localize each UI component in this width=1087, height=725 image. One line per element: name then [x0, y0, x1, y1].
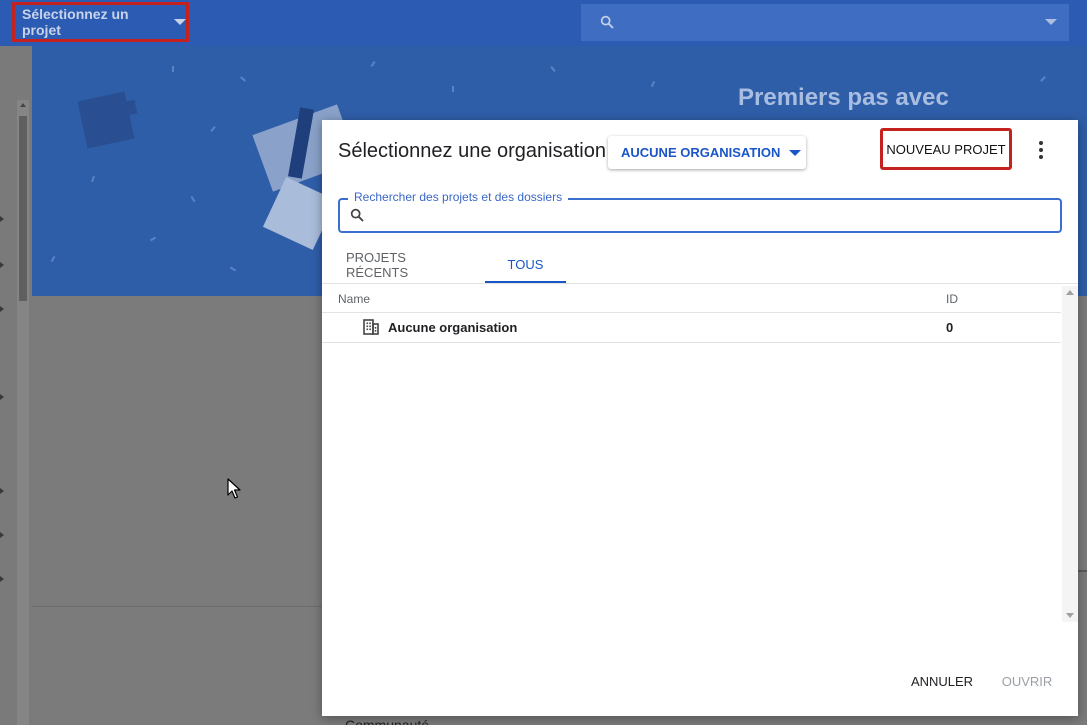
chevron-right-icon[interactable]: [0, 262, 4, 268]
open-button[interactable]: OUVRIR: [998, 670, 1056, 692]
chevron-right-icon[interactable]: [0, 576, 4, 582]
row-id: 0: [946, 320, 954, 335]
column-header-id[interactable]: ID: [946, 292, 958, 306]
chevron-right-icon[interactable]: [0, 532, 4, 538]
caret-down-icon: [174, 19, 186, 25]
project-selector-label: Sélectionnez un projet: [22, 6, 129, 38]
tab-all[interactable]: TOUS: [485, 247, 566, 283]
chevron-right-icon[interactable]: [0, 306, 4, 312]
project-search-input[interactable]: [374, 204, 1044, 228]
tab-bar: PROJETS RÉCENTS TOUS: [322, 247, 1078, 284]
table-row[interactable]: Aucune organisation 0: [322, 313, 1061, 343]
divider: [32, 606, 322, 607]
cancel-button[interactable]: ANNULER: [907, 670, 977, 692]
search-field-label: Rechercher des projets et des dossiers: [348, 190, 569, 204]
chevron-right-icon[interactable]: [0, 488, 4, 494]
search-icon: [350, 208, 364, 222]
cube-illustration: [77, 91, 135, 149]
column-header-name[interactable]: Name: [338, 292, 370, 306]
cube-illustration: [120, 99, 138, 117]
scroll-down-arrow-icon[interactable]: [1066, 613, 1074, 618]
scroll-up-arrow-icon[interactable]: [20, 103, 26, 107]
left-scrollbar[interactable]: [17, 100, 29, 725]
caret-down-icon[interactable]: [1045, 19, 1057, 25]
chevron-right-icon[interactable]: [0, 394, 4, 400]
project-selector-button[interactable]: Sélectionnez un projet: [12, 2, 189, 42]
new-project-button[interactable]: NOUVEAU PROJET: [880, 128, 1012, 170]
caret-down-icon: [789, 149, 802, 156]
organization-dropdown[interactable]: AUCUNE ORGANISATION: [608, 136, 806, 169]
search-icon: [600, 15, 614, 29]
table-scrollbar[interactable]: [1062, 286, 1078, 622]
dialog-title: Sélectionnez une organisation: [338, 140, 606, 162]
select-organization-dialog: Sélectionnez une organisation AUCUNE ORG…: [322, 120, 1078, 716]
organization-dropdown-label: AUCUNE ORGANISATION: [621, 145, 781, 160]
tab-recent-projects[interactable]: PROJETS RÉCENTS: [338, 247, 468, 283]
hero-title: Premiers pas avec: [738, 84, 949, 111]
more-options-icon[interactable]: [1034, 138, 1048, 162]
top-bar: Sélectionnez un projet: [0, 0, 1087, 46]
divider: [1077, 570, 1087, 572]
chevron-right-icon[interactable]: [0, 216, 4, 222]
right-edge-panel: [1077, 296, 1087, 725]
scrollbar-thumb[interactable]: [19, 116, 27, 301]
scroll-up-arrow-icon[interactable]: [1066, 290, 1074, 295]
row-name: Aucune organisation: [388, 320, 518, 335]
mouse-cursor-icon: [227, 478, 241, 499]
building-icon: [363, 319, 379, 335]
projects-table: Name ID Aucune organisation 0: [322, 284, 1061, 622]
community-heading: Communauté: [345, 717, 430, 725]
top-search-bar[interactable]: [581, 4, 1069, 41]
